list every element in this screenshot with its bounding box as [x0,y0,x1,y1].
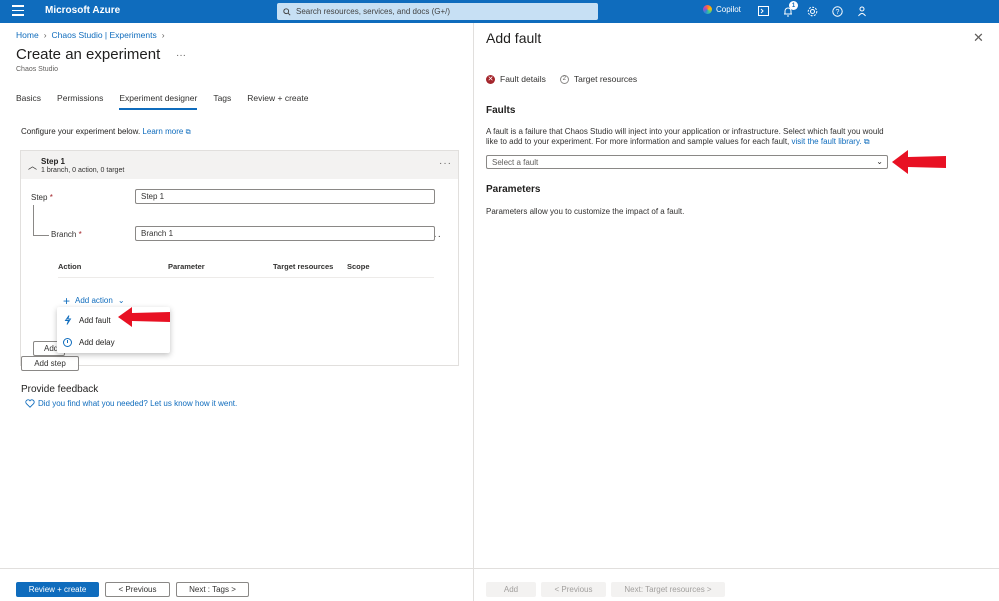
faults-heading: Faults [486,105,516,116]
learn-more-link[interactable]: Learn more [142,127,183,136]
chevron-down-icon: ⌄ [876,157,883,166]
column-header-target-resources: Target resources [273,262,334,271]
tab-permissions[interactable]: Permissions [57,93,103,110]
step-meta: 1 branch, 0 action, 0 target [41,167,125,174]
search-box[interactable]: Search resources, services, and docs (G+… [277,3,598,20]
feedback-link[interactable]: Did you find what you needed? Let us kno… [25,399,237,408]
copilot-button[interactable]: Copilot [703,5,741,14]
add-fault-panel: Add fault ✕ ✕ Fault details 2 Target res… [474,23,999,601]
add-button[interactable]: Add [486,582,536,597]
previous-button[interactable]: < Previous [105,582,170,597]
tab-review-create[interactable]: Review + create [247,93,308,110]
more-options-icon[interactable]: ··· [176,50,186,61]
notification-badge: 1 [789,1,798,10]
step-more-icon[interactable]: ··· [439,158,452,169]
step-target-resources[interactable]: 2 Target resources [559,74,638,84]
step-fault-details[interactable]: ✕ Fault details [486,74,546,84]
step-number-icon: 2 [559,74,569,84]
notifications-icon[interactable]: 1 [781,1,798,18]
next-tags-button[interactable]: Next : Tags > [176,582,249,597]
plus-icon: + [63,293,71,308]
panel-previous-button[interactable]: < Previous [541,582,606,597]
page-title: Create an experiment [16,46,161,63]
parameters-description: Parameters allow you to customize the im… [486,207,685,216]
configure-instructions: Configure your experiment below. Learn m… [21,127,191,137]
panel-stepper: ✕ Fault details 2 Target resources [486,74,637,84]
annotation-arrow-icon [118,307,170,327]
hamburger-menu-icon[interactable] [12,5,24,17]
chevron-right-icon: › [161,30,165,40]
search-placeholder: Search resources, services, and docs (G+… [296,7,451,16]
step-name: Step 1 [41,157,66,166]
chevron-down-icon: ⌄ [117,296,125,305]
lightning-icon [63,315,72,325]
review-create-button[interactable]: Review + create [16,582,99,597]
tree-connector [33,235,49,236]
table-divider [58,277,434,278]
svg-text:?: ? [835,9,839,16]
breadcrumb: Home › Chaos Studio | Experiments › [16,30,165,40]
parameters-heading: Parameters [486,184,541,195]
column-header-parameter: Parameter [168,262,205,271]
copilot-icon [703,5,712,14]
branch-field-label: Branch 1Branch * [51,230,82,239]
add-action-button[interactable]: + Add action ⌄ [63,293,125,308]
add-step-button[interactable]: Add step [21,356,79,371]
step-header[interactable]: ︿ Step 1 1 branch, 0 action, 0 target ··… [21,151,458,179]
configure-text: Configure your experiment below. [21,127,141,136]
menu-item-label: Add delay [79,337,115,347]
faults-description: A fault is a failure that Chaos Studio w… [486,127,884,146]
menu-item-add-delay[interactable]: Add delay [57,331,170,353]
step-target-resources-label: Target resources [573,74,638,84]
help-icon[interactable]: ? [830,4,844,18]
top-bar: Microsoft Azure Search resources, servic… [0,0,999,23]
chevron-up-icon[interactable]: ︿ [28,159,37,172]
external-link-icon: ⧉ [185,129,191,136]
wizard-tabs: Basics Permissions Experiment designer T… [16,93,308,110]
brand-title[interactable]: Microsoft Azure [45,5,120,16]
next-target-resources-button[interactable]: Next: Target resources > [611,582,725,597]
branch-name-input[interactable]: Branch 1 [135,226,435,241]
column-header-action: Action [58,262,82,271]
page-subtitle: Chaos Studio [16,66,59,73]
close-icon[interactable]: ✕ [973,30,984,46]
footer-divider [474,568,999,569]
tree-connector [33,205,34,235]
add-action-label: Add action [75,296,113,305]
step-fault-details-label: Fault details [500,74,546,84]
error-icon: ✕ [486,74,495,84]
tab-tags[interactable]: Tags [213,93,231,110]
column-header-scope: Scope [347,262,370,271]
step-field-label: Step * [31,193,53,202]
breadcrumb-home[interactable]: Home [16,30,39,40]
feedback-person-icon[interactable] [855,4,869,18]
panel-title: Add fault [486,30,542,46]
fault-library-link[interactable]: visit the fault library. [792,137,862,146]
chevron-right-icon: › [43,30,47,40]
step-name-input[interactable]: Step 1 [135,189,435,204]
copilot-label: Copilot [716,5,741,14]
heart-icon [25,399,35,408]
settings-gear-icon[interactable] [805,4,819,18]
fault-select-dropdown[interactable]: Select a fault ⌄ [486,155,888,169]
feedback-title: Provide feedback [21,384,99,395]
clock-icon [63,337,72,347]
external-link-icon: ⧉ [863,137,870,146]
annotation-arrow-icon [892,150,946,174]
footer-divider [0,568,473,569]
menu-item-label: Add fault [79,315,111,325]
cloud-shell-icon[interactable] [756,4,770,18]
tab-basics[interactable]: Basics [16,93,41,110]
search-icon [283,7,291,16]
tab-experiment-designer[interactable]: Experiment designer [119,93,198,110]
breadcrumb-experiments[interactable]: Chaos Studio | Experiments [52,30,157,40]
fault-select-placeholder: Select a fault [492,157,539,167]
